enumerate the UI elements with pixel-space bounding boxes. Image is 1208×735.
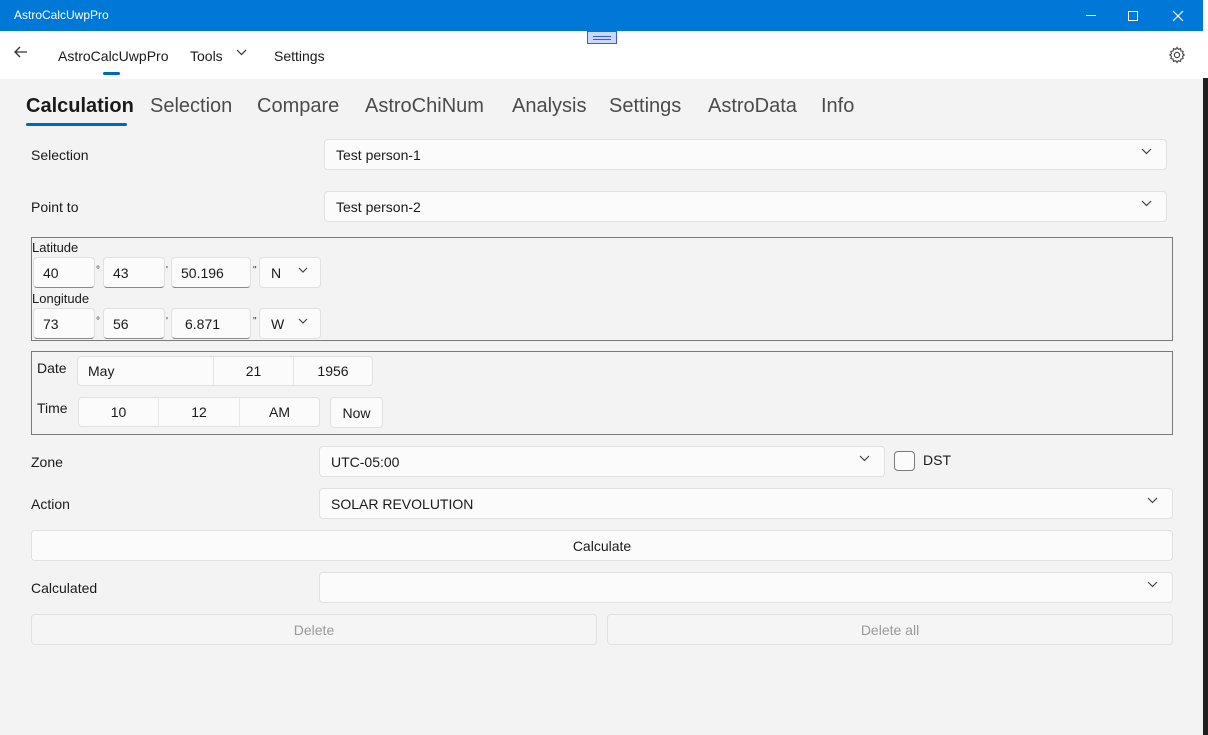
date-picker[interactable]: May 21 1956 bbox=[77, 356, 373, 386]
window-title: AstroCalcUwpPro bbox=[14, 8, 109, 22]
longitude-degrees-input[interactable]: 73 bbox=[33, 308, 95, 339]
tab-astrodata[interactable]: AstroData bbox=[708, 95, 797, 118]
tab-calculation[interactable]: Calculation bbox=[26, 95, 134, 118]
longitude-minutes-value: 56 bbox=[113, 316, 129, 332]
tab-astrochinum[interactable]: AstroChiNum bbox=[365, 95, 484, 118]
tab-selection[interactable]: Selection bbox=[150, 95, 232, 118]
background-strip bbox=[1203, 0, 1208, 735]
chevron-down-icon bbox=[298, 265, 308, 276]
latitude-label: Latitude bbox=[32, 240, 79, 255]
time-ampm[interactable]: AM bbox=[240, 398, 319, 426]
chevron-down-icon bbox=[1147, 579, 1158, 591]
degree-symbol: ° bbox=[96, 316, 100, 327]
now-button[interactable]: Now bbox=[330, 397, 383, 428]
calculated-label: Calculated bbox=[31, 580, 98, 596]
minute-symbol: ' bbox=[166, 316, 168, 327]
date-label: Date bbox=[37, 360, 67, 376]
time-label: Time bbox=[37, 400, 68, 416]
longitude-hemisphere-value: W bbox=[271, 316, 285, 332]
dst-checkbox[interactable] bbox=[894, 451, 915, 471]
tab-info[interactable]: Info bbox=[821, 95, 854, 118]
chevron-down-icon bbox=[1147, 495, 1158, 507]
maximize-icon[interactable] bbox=[1110, 0, 1156, 31]
latitude-hemisphere-value: N bbox=[271, 265, 282, 281]
selection-combobox[interactable]: Test person-1 bbox=[324, 139, 1167, 170]
tab-selected-indicator bbox=[26, 123, 127, 126]
tab-settings[interactable]: Settings bbox=[609, 95, 681, 118]
delete-button[interactable]: Delete bbox=[31, 614, 597, 645]
zone-combobox[interactable]: UTC-05:00 bbox=[319, 446, 885, 477]
nav-item-tools[interactable]: Tools bbox=[190, 48, 223, 64]
zone-label: Zone bbox=[31, 454, 63, 470]
chevron-down-icon[interactable] bbox=[236, 47, 247, 59]
time-hour[interactable]: 10 bbox=[79, 398, 159, 426]
nav-item-home[interactable]: AstroCalcUwpPro bbox=[58, 48, 168, 64]
selection-value: Test person-1 bbox=[336, 147, 421, 163]
latitude-seconds-input[interactable]: 50.196 bbox=[171, 257, 251, 288]
gear-icon[interactable] bbox=[1168, 46, 1186, 64]
longitude-degrees-value: 73 bbox=[43, 316, 59, 332]
longitude-minutes-input[interactable]: 56 bbox=[103, 308, 165, 339]
selection-label: Selection bbox=[31, 147, 89, 163]
calculated-combobox[interactable] bbox=[319, 572, 1173, 603]
longitude-seconds-input[interactable]: 6.871 bbox=[171, 308, 251, 339]
title-bar: AstroCalcUwpPro bbox=[0, 0, 1203, 31]
second-symbol: " bbox=[253, 265, 257, 276]
point-to-label: Point to bbox=[31, 199, 79, 215]
tab-analysis[interactable]: Analysis bbox=[512, 95, 586, 118]
chevron-down-icon bbox=[1141, 146, 1152, 158]
drag-handle[interactable] bbox=[587, 31, 617, 44]
time-minute[interactable]: 12 bbox=[159, 398, 240, 426]
chevron-down-icon bbox=[298, 316, 308, 327]
action-label: Action bbox=[31, 496, 70, 512]
tab-compare[interactable]: Compare bbox=[257, 95, 339, 118]
date-year[interactable]: 1956 bbox=[294, 357, 372, 385]
nav-selected-indicator bbox=[103, 72, 120, 75]
date-day[interactable]: 21 bbox=[214, 357, 294, 385]
date-month[interactable]: May bbox=[78, 357, 214, 385]
time-picker[interactable]: 10 12 AM bbox=[78, 397, 320, 427]
longitude-hemisphere-dropdown[interactable]: W bbox=[259, 308, 321, 339]
chevron-down-icon bbox=[859, 453, 870, 465]
latitude-degrees-input[interactable]: 40 bbox=[33, 257, 95, 288]
close-icon[interactable] bbox=[1155, 0, 1201, 31]
app-window: AstroCalcUwpPro AstroCalcUwpPro Tools Se… bbox=[0, 0, 1203, 735]
latitude-minutes-value: 43 bbox=[113, 265, 129, 281]
delete-all-button[interactable]: Delete all bbox=[607, 614, 1173, 645]
dst-label: DST bbox=[923, 452, 951, 468]
action-combobox[interactable]: SOLAR REVOLUTION bbox=[319, 488, 1173, 519]
back-arrow-icon[interactable] bbox=[14, 45, 38, 65]
calculate-button[interactable]: Calculate bbox=[31, 530, 1173, 561]
minute-symbol: ' bbox=[166, 265, 168, 276]
latitude-seconds-value: 50.196 bbox=[181, 265, 224, 281]
chevron-down-icon bbox=[1141, 198, 1152, 210]
zone-value: UTC-05:00 bbox=[331, 454, 400, 470]
longitude-seconds-value: 6.871 bbox=[185, 316, 221, 332]
latitude-minutes-input[interactable]: 43 bbox=[103, 257, 165, 288]
minimize-icon[interactable] bbox=[1068, 0, 1114, 31]
action-value: SOLAR REVOLUTION bbox=[331, 496, 474, 512]
latitude-degrees-value: 40 bbox=[43, 265, 59, 281]
longitude-label: Longitude bbox=[32, 291, 90, 306]
degree-symbol: ° bbox=[96, 265, 100, 276]
nav-item-settings[interactable]: Settings bbox=[274, 48, 325, 64]
point-to-combobox[interactable]: Test person-2 bbox=[324, 191, 1167, 222]
second-symbol: " bbox=[253, 316, 257, 327]
latitude-hemisphere-dropdown[interactable]: N bbox=[259, 257, 321, 288]
point-to-value: Test person-2 bbox=[336, 199, 421, 215]
